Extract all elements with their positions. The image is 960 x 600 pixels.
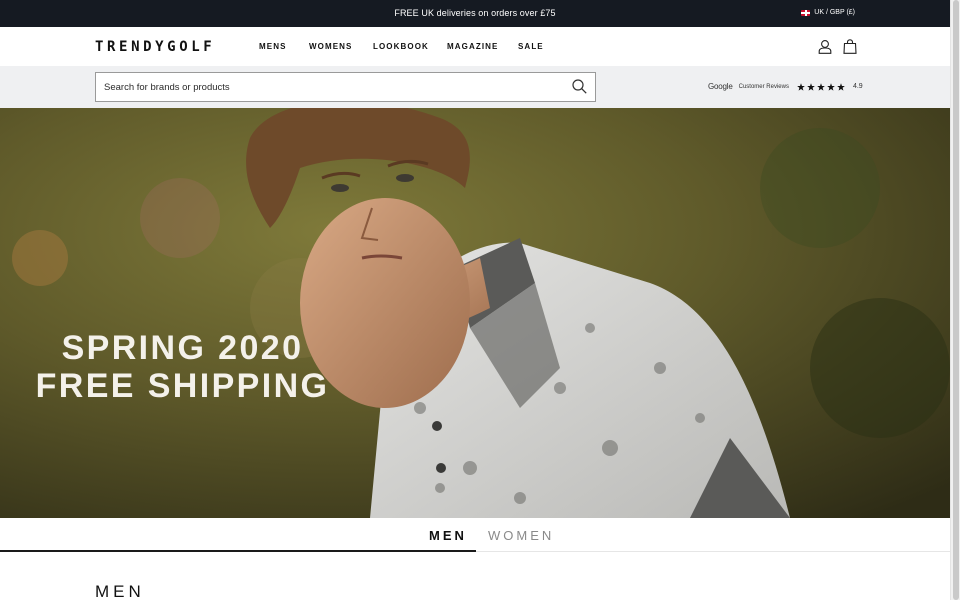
locale-label: UK / GBP (£) (814, 9, 855, 16)
announcement-bar: FREE UK deliveries on orders over £75 UK… (0, 0, 950, 27)
hero-title-line-1: SPRING 2020 (61, 329, 304, 367)
nav-item-lookbook[interactable]: LOOKBOOK (373, 42, 429, 51)
star-icon (827, 82, 835, 91)
star-icon (817, 82, 825, 91)
star-icon (837, 82, 845, 91)
scrollbar-thumb[interactable] (953, 0, 959, 600)
hero-title-line-2: FREE SHIPPING (35, 367, 330, 405)
hero-image (0, 108, 950, 518)
tab-men[interactable]: MEN (429, 528, 467, 543)
gender-tabs: MEN WOMEN (0, 518, 950, 552)
nav-item-womens[interactable]: WOMENS (309, 42, 353, 51)
site-header: TRENDYGOLF MENS WOMENS LOOKBOOK MAGAZINE… (0, 27, 950, 66)
section-title: MEN (95, 582, 145, 600)
account-icon[interactable] (818, 39, 832, 54)
google-reviews[interactable]: Google Customer Reviews 4.9 (708, 82, 863, 91)
search-icon[interactable] (572, 79, 587, 94)
logo[interactable]: TRENDYGOLF (95, 39, 215, 55)
rating-value: 4.9 (852, 83, 863, 90)
star-icon (797, 82, 805, 91)
uk-flag-icon (801, 9, 811, 16)
nav-item-sale[interactable]: SALE (518, 42, 544, 51)
nav-item-magazine[interactable]: MAGAZINE (447, 42, 498, 51)
nav-item-mens[interactable]: MENS (259, 42, 287, 51)
reviews-label: Customer Reviews (738, 83, 789, 90)
star-rating (797, 82, 845, 91)
google-label: Google (708, 82, 733, 91)
active-tab-underline (0, 550, 476, 552)
search-band: Google Customer Reviews 4.9 (0, 66, 950, 108)
locale-selector[interactable]: UK / GBP (£) (801, 9, 855, 16)
scrollbar[interactable] (950, 0, 960, 600)
tab-women[interactable]: WOMEN (488, 528, 554, 543)
shopping-bag-icon[interactable] (843, 39, 857, 54)
search-box (95, 72, 596, 102)
search-input[interactable] (104, 73, 559, 101)
hero-banner[interactable]: SPRING 2020 FREE SHIPPING (0, 108, 950, 518)
star-icon (807, 82, 815, 91)
